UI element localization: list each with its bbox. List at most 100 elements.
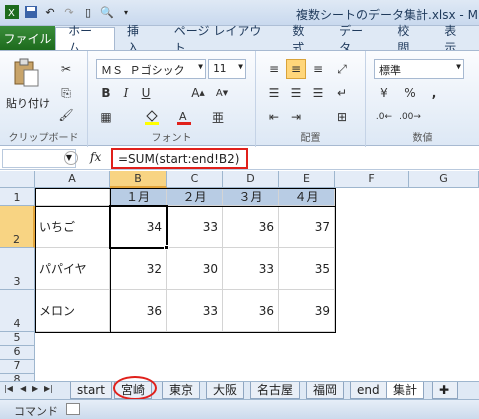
undo-icon[interactable]: ↶ bbox=[42, 4, 58, 20]
format-painter-icon[interactable]: 🖌 bbox=[56, 105, 76, 125]
cell-e1[interactable]: ４月 bbox=[279, 188, 335, 206]
paste-icon[interactable] bbox=[10, 57, 42, 89]
first-sheet-icon[interactable]: |◀ bbox=[4, 384, 13, 393]
cell-d2[interactable]: 36 bbox=[223, 206, 279, 248]
customize-qat-icon[interactable]: ▾ bbox=[118, 4, 134, 20]
sheet-tab-start[interactable]: start bbox=[70, 382, 112, 399]
row-header-4[interactable]: 4 bbox=[0, 290, 35, 332]
sheet-tab-summary[interactable]: 集計 bbox=[386, 382, 425, 399]
align-middle-icon[interactable]: ≡ bbox=[286, 59, 306, 79]
cell-c1[interactable]: ２月 bbox=[167, 188, 223, 206]
column-header-b[interactable]: B bbox=[110, 171, 167, 188]
cell-c4[interactable]: 33 bbox=[167, 290, 223, 332]
last-sheet-icon[interactable]: ▶| bbox=[44, 384, 53, 393]
select-all-corner[interactable] bbox=[0, 171, 35, 188]
shrink-font-icon[interactable]: A ▼ bbox=[212, 83, 232, 103]
align-left-icon[interactable]: ☰ bbox=[264, 83, 284, 103]
currency-icon[interactable]: ¥ bbox=[374, 83, 394, 103]
tab-data[interactable]: データ bbox=[327, 24, 385, 55]
row-header-2[interactable]: 2 bbox=[0, 206, 35, 248]
cell-d1[interactable]: ３月 bbox=[223, 188, 279, 206]
cell-b2[interactable]: 34 bbox=[110, 206, 167, 248]
column-header-a[interactable]: A bbox=[35, 171, 110, 188]
borders-icon[interactable]: ▦ bbox=[96, 107, 116, 127]
align-center-icon[interactable]: ☰ bbox=[286, 83, 306, 103]
italic-icon[interactable]: I bbox=[116, 83, 136, 103]
insert-sheet-icon[interactable]: ✚ bbox=[432, 382, 458, 399]
sheet-tab-nagoya[interactable]: 名古屋 bbox=[250, 382, 301, 399]
sheet-tab-fukuoka[interactable]: 福岡 bbox=[306, 382, 345, 399]
tab-review[interactable]: 校閲 bbox=[385, 24, 432, 55]
decrease-decimal-icon[interactable]: .00→ bbox=[399, 107, 421, 127]
tab-home[interactable]: ホーム bbox=[55, 24, 115, 55]
copy-icon[interactable]: ⎘ bbox=[56, 83, 76, 103]
formula-input[interactable]: =SUM(start:end!B2) bbox=[111, 148, 248, 169]
align-bottom-icon[interactable]: ≡ bbox=[308, 59, 328, 79]
tab-page-layout[interactable]: ページ レイアウト bbox=[162, 24, 281, 55]
grow-font-icon[interactable]: A ▲ bbox=[188, 83, 208, 103]
cell-a2[interactable]: いちご bbox=[35, 206, 110, 248]
cell-d3[interactable]: 33 bbox=[223, 248, 279, 290]
align-right-icon[interactable]: ☰ bbox=[308, 83, 328, 103]
font-color-icon[interactable]: A bbox=[174, 107, 194, 127]
cell-e4[interactable]: 39 bbox=[279, 290, 335, 332]
orientation-icon[interactable]: ⤢ bbox=[332, 59, 352, 79]
tab-formulas[interactable]: 数式 bbox=[280, 24, 327, 55]
new-document-icon[interactable]: ▯ bbox=[80, 4, 96, 20]
column-header-e[interactable]: E bbox=[279, 171, 335, 188]
save-icon[interactable] bbox=[23, 4, 39, 20]
comma-style-icon[interactable]: , bbox=[424, 83, 444, 103]
next-sheet-icon[interactable]: ▶ bbox=[32, 384, 38, 393]
tab-file[interactable]: ファイル bbox=[0, 26, 56, 50]
increase-decimal-icon[interactable]: .0← bbox=[374, 107, 394, 127]
row-header-8[interactable]: 8 bbox=[0, 373, 35, 381]
redo-icon[interactable]: ↷ bbox=[61, 4, 77, 20]
insert-function-icon[interactable]: fx bbox=[90, 150, 101, 164]
font-size-dropdown[interactable]: 11 ▼ bbox=[208, 59, 246, 79]
bold-icon[interactable]: B bbox=[96, 83, 116, 103]
macro-record-icon[interactable] bbox=[66, 403, 80, 415]
sheet-tab-tokyo[interactable]: 東京 bbox=[162, 382, 201, 399]
number-format-dropdown[interactable]: 標準 ▼ bbox=[374, 59, 464, 79]
cell-a1[interactable] bbox=[35, 188, 110, 206]
column-header-g[interactable]: G bbox=[409, 171, 479, 188]
cell-a3[interactable]: パパイヤ bbox=[35, 248, 110, 290]
cell-e2[interactable]: 37 bbox=[279, 206, 335, 248]
column-header-d[interactable]: D bbox=[223, 171, 279, 188]
row-header-7[interactable]: 7 bbox=[0, 359, 35, 374]
cut-icon[interactable]: ✂ bbox=[56, 59, 76, 79]
row-header-5[interactable]: 5 bbox=[0, 331, 35, 346]
worksheet-grid[interactable]: A B C D E F G 1 2 3 4 5 6 7 8 １月 ２月 ３月 ４… bbox=[0, 171, 479, 381]
decrease-indent-icon[interactable]: ⇤ bbox=[264, 107, 284, 127]
fill-handle[interactable] bbox=[164, 245, 169, 250]
align-top-icon[interactable]: ≡ bbox=[264, 59, 284, 79]
cell-c3[interactable]: 30 bbox=[167, 248, 223, 290]
row-header-1[interactable]: 1 bbox=[0, 188, 35, 206]
row-header-3[interactable]: 3 bbox=[0, 248, 35, 290]
sheet-tab-end[interactable]: end bbox=[350, 382, 387, 399]
merge-center-icon[interactable]: ⊞ bbox=[332, 107, 352, 127]
phonetic-icon[interactable]: 亜 bbox=[208, 107, 228, 127]
cell-b1[interactable]: １月 bbox=[110, 188, 167, 206]
fill-color-icon[interactable] bbox=[142, 107, 162, 127]
cell-a4[interactable]: メロン bbox=[35, 290, 110, 332]
wrap-text-icon[interactable]: ↵ bbox=[332, 83, 352, 103]
column-header-c[interactable]: C bbox=[167, 171, 223, 188]
row-header-6[interactable]: 6 bbox=[0, 345, 35, 360]
paste-button-label[interactable]: 貼り付け bbox=[6, 95, 50, 111]
font-name-dropdown[interactable]: ＭＳ Ｐゴシック ▼ bbox=[96, 59, 206, 79]
expand-icon[interactable] bbox=[64, 151, 78, 165]
cell-d4[interactable]: 36 bbox=[223, 290, 279, 332]
increase-indent-icon[interactable]: ⇥ bbox=[286, 107, 306, 127]
print-preview-icon[interactable]: 🔍 bbox=[99, 4, 115, 20]
cell-b3[interactable]: 32 bbox=[110, 248, 167, 290]
cell-c2[interactable]: 33 bbox=[167, 206, 223, 248]
tab-view[interactable]: 表示 bbox=[432, 24, 479, 55]
cell-e3[interactable]: 35 bbox=[279, 248, 335, 290]
percent-icon[interactable]: % bbox=[400, 83, 420, 103]
sheet-tab-miyazaki[interactable]: 宮崎 bbox=[114, 382, 153, 399]
column-header-f[interactable]: F bbox=[335, 171, 409, 188]
cell-b4[interactable]: 36 bbox=[110, 290, 167, 332]
previous-sheet-icon[interactable]: ◀ bbox=[20, 384, 26, 393]
underline-icon[interactable]: U bbox=[136, 83, 156, 103]
